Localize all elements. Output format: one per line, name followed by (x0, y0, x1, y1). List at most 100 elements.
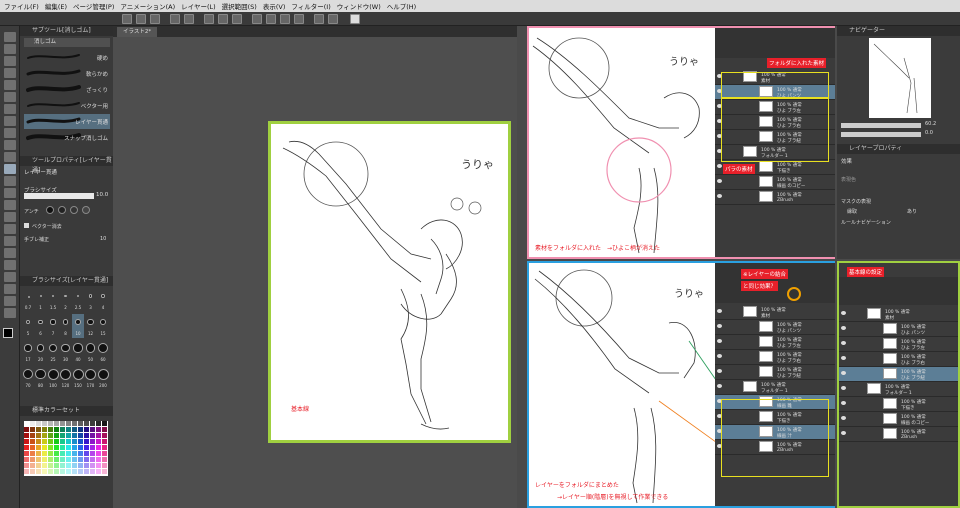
subtool-group-tab[interactable]: 消しゴム (24, 38, 110, 47)
color-swatch[interactable] (30, 427, 35, 432)
layer-row[interactable]: 100 % 通常 素材 (715, 305, 835, 320)
color-swatch[interactable] (54, 451, 59, 456)
color-swatch[interactable] (54, 463, 59, 468)
color-swatch[interactable] (66, 421, 71, 426)
layer-row[interactable]: 100 % 通常 ひよ ブラ左 (839, 337, 958, 352)
brush-size-cell[interactable]: 10 (72, 314, 84, 338)
color-swatch[interactable] (90, 421, 95, 426)
line-icon[interactable] (4, 260, 16, 270)
color-swatch[interactable] (96, 457, 101, 462)
layer-row[interactable]: 100 % 通常 ひよ ブラ紐 (715, 365, 835, 380)
marker-icon[interactable] (4, 308, 16, 318)
brush-size-cell[interactable]: 25 (47, 340, 59, 364)
color-swatch[interactable] (48, 427, 53, 432)
color-swatch[interactable] (96, 421, 101, 426)
eye-icon[interactable] (717, 354, 722, 358)
eye-icon[interactable] (717, 384, 722, 388)
color-swatch[interactable] (48, 463, 53, 468)
crop-icon[interactable] (232, 14, 242, 24)
color-swatch[interactable] (60, 439, 65, 444)
brush-icon[interactable] (4, 140, 16, 150)
color-swatch[interactable] (54, 445, 59, 450)
color-swatch[interactable] (90, 457, 95, 462)
layer-row[interactable]: 100 % 通常 素材 (839, 307, 958, 322)
hand-icon[interactable] (4, 56, 16, 66)
layer-row[interactable]: 100 % 通常 ひよ ブラ紐 (839, 367, 958, 382)
color-swatch[interactable] (96, 433, 101, 438)
undo-icon[interactable] (170, 14, 180, 24)
color-settings-icon[interactable] (328, 14, 338, 24)
color-swatch[interactable] (30, 433, 35, 438)
snap-grid-icon[interactable] (294, 14, 304, 24)
color-swatch[interactable] (84, 433, 89, 438)
color-swatch[interactable] (36, 469, 41, 474)
color-swatch[interactable] (78, 427, 83, 432)
brush-size-cell[interactable]: 40 (72, 340, 84, 364)
color-swatch[interactable] (30, 457, 35, 462)
color-swatch[interactable] (42, 457, 47, 462)
eye-icon[interactable] (841, 431, 846, 435)
brush-item[interactable]: ざっくり (24, 82, 110, 97)
brush-size-cell[interactable]: 20 (35, 340, 47, 364)
frame-icon[interactable] (4, 224, 16, 234)
cursor-icon[interactable] (4, 32, 16, 42)
color-swatch[interactable] (84, 421, 89, 426)
color-swatch[interactable] (96, 439, 101, 444)
brush-size-cell[interactable]: 60 (97, 340, 109, 364)
blend-icon[interactable] (4, 176, 16, 186)
color-swatch[interactable] (96, 469, 101, 474)
mask-value-2[interactable]: あり (907, 208, 917, 215)
brush-item[interactable]: 硬め (24, 50, 110, 65)
color-swatch[interactable] (102, 457, 107, 462)
eye-icon[interactable] (841, 341, 846, 345)
color-swatch[interactable] (42, 445, 47, 450)
color-swatch[interactable] (48, 445, 53, 450)
color-swatch[interactable] (84, 439, 89, 444)
color-swatch[interactable] (102, 451, 107, 456)
brush-size-cell[interactable]: 3 (85, 288, 97, 312)
color-swatch[interactable] (66, 427, 71, 432)
brush-size-cell[interactable]: 1 (35, 288, 47, 312)
layer-row[interactable]: 100 % 通常 線画 のコピー (839, 412, 958, 427)
brush-size-cell[interactable]: 30 (60, 340, 72, 364)
brush-size-cell[interactable]: 5 (22, 314, 34, 338)
airbrush-icon[interactable] (4, 152, 16, 162)
menu-item-9[interactable]: ヘルプ(H) (387, 1, 416, 11)
color-swatch[interactable] (102, 421, 107, 426)
layer-row[interactable]: 100 % 通常 ひよ パンツ (839, 322, 958, 337)
brush-size-cell[interactable]: 70 (22, 366, 34, 390)
color-swatch[interactable] (24, 445, 29, 450)
brush-size-cell[interactable]: 0.7 (22, 288, 34, 312)
snap-icon[interactable] (266, 14, 276, 24)
layer-row[interactable]: 100 % 通常 下描き (839, 397, 958, 412)
brush-size-cell[interactable]: 2.5 (72, 288, 84, 312)
main-color-swatch[interactable] (3, 328, 13, 338)
color-swatch[interactable] (42, 469, 47, 474)
brush-item[interactable]: ベクター用 (24, 98, 110, 113)
color-swatch[interactable] (84, 469, 89, 474)
color-swatch[interactable] (60, 421, 65, 426)
eyedropper-icon[interactable] (4, 104, 16, 114)
navigator-preview[interactable] (869, 38, 931, 118)
brush-size-cell[interactable]: 4 (97, 288, 109, 312)
new-file-icon[interactable] (122, 14, 132, 24)
color-swatch[interactable] (60, 427, 65, 432)
brush-size-cell[interactable]: 100 (47, 366, 59, 390)
color-swatch[interactable] (36, 457, 41, 462)
color-swatch[interactable] (78, 433, 83, 438)
color-swatch[interactable] (66, 457, 71, 462)
help-icon[interactable] (350, 14, 360, 24)
color-swatch[interactable] (54, 457, 59, 462)
color-swatch[interactable] (42, 421, 47, 426)
color-swatch[interactable] (36, 451, 41, 456)
menu-item-2[interactable]: ページ管理(P) (73, 1, 114, 11)
color-swatch[interactable] (90, 439, 95, 444)
color-swatch[interactable] (72, 445, 77, 450)
color-swatch[interactable] (36, 433, 41, 438)
eraser-settings-icon[interactable] (314, 14, 324, 24)
color-swatch[interactable] (78, 445, 83, 450)
zoom-slider[interactable] (841, 123, 921, 128)
eye-icon[interactable] (841, 371, 846, 375)
color-swatch[interactable] (96, 427, 101, 432)
layer-row[interactable]: 100 % 通常 ZBrush (839, 427, 958, 442)
